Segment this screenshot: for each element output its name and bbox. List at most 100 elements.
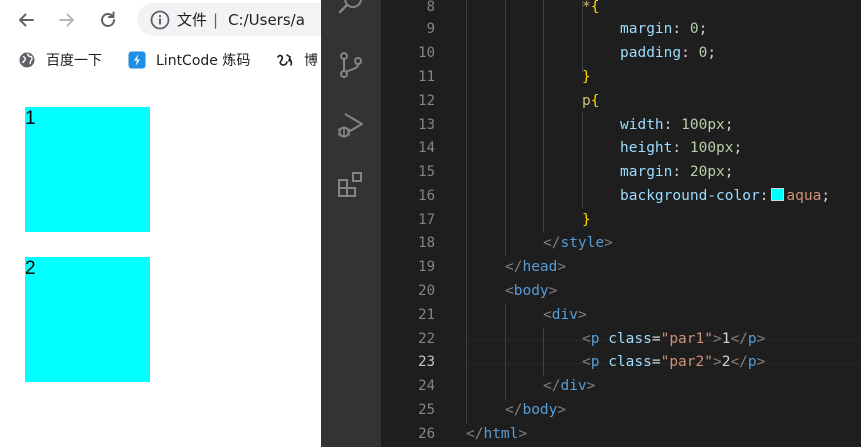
source-control-icon — [340, 52, 362, 78]
code-line-8: *{ — [582, 0, 599, 19]
source-control-button[interactable] — [333, 47, 369, 83]
info-icon[interactable] — [149, 9, 171, 31]
semicolon: ; — [733, 140, 743, 156]
css-value: 100px — [681, 117, 725, 133]
code-line-13: width: 100px; — [620, 113, 734, 137]
reload-button[interactable] — [92, 4, 124, 36]
code-line-23: <p class="par2">2</p> — [582, 350, 765, 374]
colon: : — [672, 164, 682, 180]
tag-bracket: > — [756, 354, 766, 370]
code-area[interactable]: *{ margin: 0; padding: 0; } p{ width: 10… — [466, 0, 861, 447]
css-value: 0 — [698, 45, 708, 61]
css-value: 0 — [689, 21, 699, 37]
tag-name: p — [747, 331, 757, 347]
tag-name: html — [483, 426, 519, 442]
css-selector: * — [582, 0, 591, 15]
indent-guide — [582, 112, 583, 208]
tag-name: p — [590, 331, 600, 347]
arrow-right-icon — [59, 13, 74, 27]
attr-name: class — [608, 354, 652, 370]
tag-bracket: </ — [543, 378, 561, 394]
code-line-19: </head> — [505, 255, 566, 279]
code-line-18: </style> — [543, 231, 613, 255]
tag-name: p — [590, 354, 600, 370]
bookmark-label: 博 — [304, 53, 318, 69]
tag-bracket: > — [756, 331, 766, 347]
code-line-10: padding: 0; — [620, 41, 716, 65]
browser-toolbar: 文件 | C:/Users/a — [0, 0, 337, 40]
tag-name: style — [560, 235, 605, 251]
browser-window: 文件 | C:/Users/a 百度一下 LintCode 炼码 博 1 2 — [0, 0, 337, 447]
css-selector: p — [582, 93, 591, 109]
paragraph-text: 2 — [25, 258, 36, 279]
url-scheme-label: 文件 — [177, 11, 208, 29]
brace: { — [590, 0, 600, 15]
bookmark-blog[interactable]: 博 — [276, 50, 318, 70]
paragraph-par1: 1 — [25, 107, 150, 232]
code-line-15: margin: 20px; — [620, 160, 734, 184]
semicolon: ; — [707, 45, 717, 61]
css-value: aqua — [786, 188, 822, 204]
blog-logo-icon — [277, 54, 293, 66]
semicolon: ; — [698, 21, 708, 37]
code-line-26: </html> — [466, 422, 527, 446]
line-number: 17 — [418, 212, 435, 228]
paragraph-par2: 2 — [25, 257, 150, 382]
code-line-9: margin: 0; — [620, 17, 707, 41]
extensions-icon — [338, 172, 362, 197]
line-number: 9 — [426, 21, 435, 37]
line-number: 10 — [418, 45, 435, 61]
tag-bracket: < — [543, 307, 552, 323]
tag-name: head — [522, 259, 558, 275]
url-text[interactable]: C:/Users/a — [228, 11, 305, 29]
forward-button[interactable] — [51, 4, 83, 36]
colon: : — [681, 45, 690, 61]
globe-icon — [19, 52, 35, 68]
color-swatch[interactable] — [771, 188, 785, 201]
equals: = — [651, 331, 661, 347]
line-number: 20 — [418, 283, 435, 299]
bookmark-baidu[interactable]: 百度一下 — [18, 50, 102, 70]
code-line-11: } — [582, 65, 591, 89]
tag-name: div — [560, 378, 587, 394]
semicolon: ; — [821, 188, 831, 204]
search-icon — [338, 0, 362, 14]
semicolon: ; — [724, 164, 734, 180]
line-number: 25 — [418, 402, 435, 418]
tag-bracket: </ — [505, 402, 523, 418]
code-line-16: background-color: aqua; — [620, 184, 830, 208]
search-view-button[interactable] — [333, 0, 369, 20]
address-bar[interactable]: 文件 | C:/Users/a — [137, 3, 337, 36]
tag-bracket: </ — [505, 259, 523, 275]
brace: { — [590, 93, 600, 109]
bookmarks-bar: 百度一下 LintCode 炼码 博 — [0, 44, 321, 76]
css-property: margin — [620, 21, 673, 37]
line-number: 22 — [418, 331, 435, 347]
line-number: 16 — [418, 188, 435, 204]
indent-guide — [505, 304, 506, 400]
activity-bar — [321, 0, 381, 447]
code-line-14: height: 100px; — [620, 136, 742, 160]
line-number: 19 — [418, 259, 435, 275]
tag-bracket: > — [712, 331, 722, 347]
back-button[interactable] — [10, 4, 42, 36]
tag-bracket: > — [586, 378, 596, 394]
css-property: margin — [620, 164, 673, 180]
line-number: 24 — [418, 378, 435, 394]
extensions-button[interactable] — [333, 167, 369, 203]
colon: : — [663, 117, 673, 133]
run-debug-button[interactable] — [333, 107, 369, 143]
bookmark-lintcode[interactable]: LintCode 炼码 — [128, 50, 250, 70]
code-line-12: p{ — [582, 89, 599, 113]
tag-bracket: > — [548, 283, 558, 299]
bookmark-label: LintCode 炼码 — [156, 53, 251, 69]
code-line-22: <p class="par1">1</p> — [582, 327, 765, 351]
tag-bracket: < — [582, 331, 591, 347]
line-number: 13 — [418, 117, 435, 133]
code-editor-window: 8 9 10 11 12 13 14 15 16 17 18 19 20 21 … — [321, 0, 861, 447]
bookmark-label: 百度一下 — [46, 53, 102, 69]
attr-value: "par1" — [660, 331, 713, 347]
lintcode-icon — [128, 51, 146, 69]
brace: } — [582, 69, 591, 85]
line-number: 14 — [418, 140, 435, 156]
